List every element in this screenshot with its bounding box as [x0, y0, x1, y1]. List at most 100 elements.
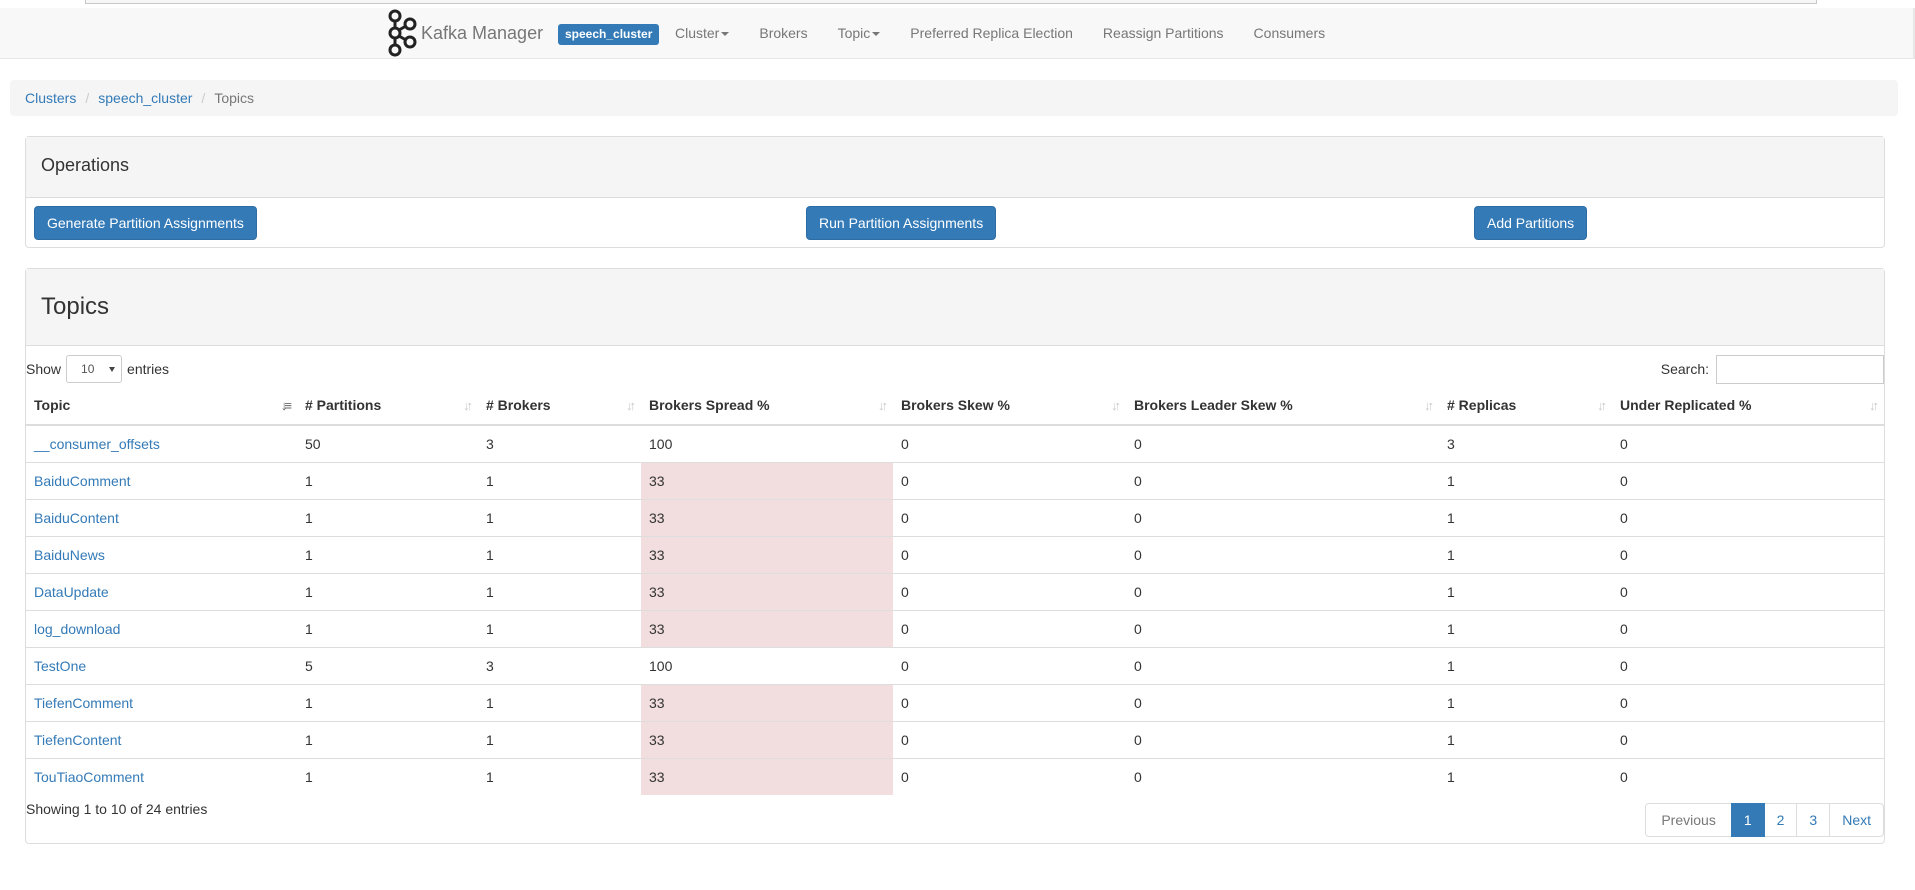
- cell-brokers: 1: [478, 757, 641, 795]
- column-header[interactable]: Under Replicated % ↓↑: [1612, 386, 1884, 426]
- topic-link[interactable]: __consumer_offsets: [34, 436, 160, 452]
- topics-table: Topic ↓≡ # Partitions ↓↑ # Brokers ↓↑ Brokers …: [26, 386, 1884, 795]
- cell-skew: 0: [893, 683, 1126, 721]
- nav-consumers[interactable]: Consumers: [1239, 25, 1341, 41]
- cell-replicas: 3: [1439, 424, 1612, 462]
- cell-spread: 33: [641, 461, 893, 499]
- address-bar-edge: [85, 0, 1817, 4]
- column-header-label: Brokers Spread %: [649, 397, 770, 413]
- cell-partitions: 1: [297, 609, 478, 647]
- column-header[interactable]: # Replicas ↓↑: [1439, 386, 1612, 426]
- column-header[interactable]: Brokers Leader Skew % ↓↑: [1126, 386, 1439, 426]
- page-length-select[interactable]: 10: [66, 355, 123, 383]
- cell-brokers: 1: [478, 609, 641, 647]
- page-length-control: Show 10 entries: [26, 347, 169, 391]
- cell-partitions: 5: [297, 646, 478, 684]
- sort-icon: ↓↑: [463, 398, 473, 413]
- cell-partitions: 50: [297, 424, 478, 462]
- cell-under-replicated: 0: [1612, 572, 1884, 610]
- nav-cluster-dropdown[interactable]: Cluster: [660, 25, 744, 41]
- cell-topic: TiefenComment: [26, 683, 297, 721]
- pagination-page-2[interactable]: 2: [1763, 803, 1798, 837]
- cell-leader-skew: 0: [1126, 646, 1439, 684]
- cell-leader-skew: 0: [1126, 720, 1439, 758]
- column-header[interactable]: Brokers Skew % ↓↑: [893, 386, 1126, 426]
- cell-replicas: 1: [1439, 498, 1612, 536]
- generate-partition-assignments-button[interactable]: Generate Partition Assignments: [34, 206, 257, 240]
- breadcrumb-clusters[interactable]: Clusters: [25, 90, 76, 106]
- column-header[interactable]: # Partitions ↓↑: [297, 386, 478, 426]
- nav-topic-dropdown[interactable]: Topic: [823, 25, 896, 41]
- breadcrumb-separator: /: [201, 90, 206, 106]
- pagination-page-1[interactable]: 1: [1730, 803, 1765, 837]
- topic-link[interactable]: TiefenContent: [34, 732, 121, 748]
- column-header-label: # Replicas: [1447, 397, 1517, 413]
- cell-skew: 0: [893, 424, 1126, 462]
- kafka-logo-icon: [388, 9, 417, 57]
- column-header-label: Under Replicated %: [1620, 397, 1752, 413]
- caret-down-icon: [721, 32, 730, 37]
- cell-partitions: 1: [297, 683, 478, 721]
- brand-link[interactable]: Kafka Manager: [385, 9, 544, 57]
- cell-replicas: 1: [1439, 683, 1612, 721]
- nav-preferred-replica-election[interactable]: Preferred Replica Election: [895, 25, 1088, 41]
- topic-link[interactable]: TiefenComment: [34, 695, 133, 711]
- nav-reassign-partitions[interactable]: Reassign Partitions: [1088, 25, 1239, 41]
- topic-link[interactable]: DataUpdate: [34, 584, 109, 600]
- cell-under-replicated: 0: [1612, 498, 1884, 536]
- cell-brokers: 1: [478, 683, 641, 721]
- cell-under-replicated: 0: [1612, 683, 1884, 721]
- sort-icon: ↓↑: [1597, 398, 1607, 413]
- topic-link[interactable]: BaiduContent: [34, 510, 119, 526]
- cell-leader-skew: 0: [1126, 461, 1439, 499]
- cell-replicas: 1: [1439, 535, 1612, 573]
- table-header-row: Topic ↓≡ # Partitions ↓↑ # Brokers ↓↑ Brokers …: [26, 386, 1884, 426]
- topic-link[interactable]: TestOne: [34, 658, 86, 674]
- cell-topic: log_download: [26, 609, 297, 647]
- brand-name: Kafka Manager: [421, 22, 544, 43]
- cell-under-replicated: 0: [1612, 609, 1884, 647]
- column-header-label: Topic: [34, 397, 71, 413]
- sort-ascending-icon: ↓≡: [280, 398, 292, 413]
- pagination-next[interactable]: Next: [1829, 803, 1884, 837]
- cluster-badge: speech_cluster: [558, 24, 660, 45]
- search-input[interactable]: [1716, 354, 1884, 384]
- entries-label: entries: [127, 361, 170, 377]
- run-partition-assignments-button[interactable]: Run Partition Assignments: [806, 206, 997, 240]
- column-header[interactable]: # Brokers ↓↑: [478, 386, 641, 426]
- topic-link[interactable]: TouTiaoComment: [34, 769, 144, 785]
- nav-cluster-label: Cluster: [675, 25, 720, 41]
- cell-replicas: 1: [1439, 720, 1612, 758]
- cell-topic: BaiduContent: [26, 498, 297, 536]
- breadcrumb-cluster[interactable]: speech_cluster: [98, 90, 192, 106]
- cell-skew: 0: [893, 646, 1126, 684]
- nav-brokers[interactable]: Brokers: [744, 25, 822, 41]
- browser-top-strip: [0, 0, 1915, 8]
- topic-link[interactable]: log_download: [34, 621, 120, 637]
- cell-under-replicated: 0: [1612, 424, 1884, 462]
- cell-brokers: 1: [478, 461, 641, 499]
- topic-link[interactable]: BaiduComment: [34, 473, 131, 489]
- pagination-previous[interactable]: Previous: [1645, 803, 1732, 837]
- column-header-label: # Brokers: [486, 397, 551, 413]
- cell-under-replicated: 0: [1612, 646, 1884, 684]
- pagination: Previous 1 2 3 Next: [1645, 803, 1884, 837]
- cell-under-replicated: 0: [1612, 757, 1884, 795]
- cell-topic: TiefenContent: [26, 720, 297, 758]
- pagination-page-3[interactable]: 3: [1796, 803, 1831, 837]
- cell-skew: 0: [893, 572, 1126, 610]
- navbar: Kafka Manager speech_cluster Cluster Bro…: [0, 8, 1915, 59]
- topic-link[interactable]: BaiduNews: [34, 547, 105, 563]
- add-partitions-button[interactable]: Add Partitions: [1474, 206, 1588, 240]
- topics-heading: Topics: [26, 269, 1884, 346]
- nav-topic-label: Topic: [837, 25, 871, 41]
- sort-icon: ↓↑: [1869, 398, 1879, 413]
- cell-brokers: 1: [478, 498, 641, 536]
- cell-skew: 0: [893, 535, 1126, 573]
- table-row: BaiduNews 1 1 33 0 0 1 0: [26, 535, 1884, 573]
- column-header[interactable]: Topic ↓≡: [26, 386, 297, 426]
- column-header[interactable]: Brokers Spread % ↓↑: [641, 386, 893, 426]
- cell-skew: 0: [893, 498, 1126, 536]
- cell-partitions: 1: [297, 498, 478, 536]
- operations-heading: Operations: [26, 137, 1884, 198]
